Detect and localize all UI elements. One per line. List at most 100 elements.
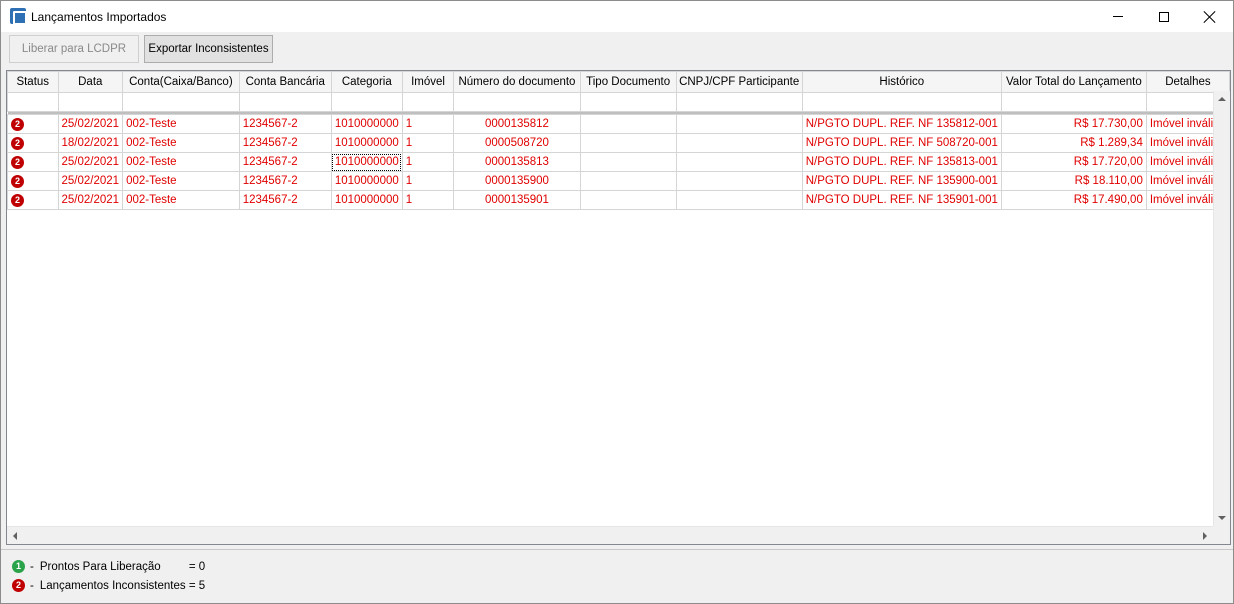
cell-conta[interactable]: 002-Teste — [122, 171, 240, 191]
cell-conta[interactable]: 002-Teste — [122, 152, 240, 172]
filter-cell-tipo[interactable] — [579, 92, 677, 112]
cell-cnpj[interactable] — [675, 152, 803, 172]
column-header-numero[interactable]: Número do documento — [453, 71, 581, 93]
cell-historico[interactable]: N/PGTO DUPL. REF. NF 135813-001 — [801, 152, 1002, 172]
maximize-icon — [1159, 11, 1169, 22]
status-legend: 1 - Prontos Para Liberação = 0 2 - Lança… — [1, 549, 1233, 603]
cell-historico[interactable]: N/PGTO DUPL. REF. NF 135900-001 — [801, 171, 1002, 191]
scroll-down-icon[interactable] — [1218, 516, 1226, 520]
horizontal-scrollbar[interactable] — [7, 526, 1213, 544]
maximize-button[interactable] — [1141, 1, 1187, 32]
scroll-up-icon[interactable] — [1218, 97, 1226, 101]
cell-numero[interactable]: 0000135812 — [453, 114, 581, 134]
column-header-status[interactable]: Status — [7, 71, 59, 93]
cell-cnpj[interactable] — [675, 190, 803, 210]
cell-cnpj[interactable] — [675, 133, 803, 153]
column-header-conta-bancaria[interactable]: Conta Bancária — [238, 71, 332, 93]
cell-categoria[interactable]: 1010000000 — [330, 133, 403, 153]
column-header-conta[interactable]: Conta(Caixa/Banco) — [122, 71, 240, 93]
cell-tipo[interactable] — [579, 171, 677, 191]
filter-row[interactable] — [7, 92, 1230, 112]
cell-cnpj[interactable] — [675, 114, 803, 134]
column-header-data[interactable]: Data — [57, 71, 124, 93]
cell-conta-bancaria[interactable]: 1234567-2 — [238, 152, 332, 172]
filter-cell-conta[interactable] — [122, 92, 240, 112]
column-header-valor[interactable]: Valor Total do Lançamento — [1000, 71, 1147, 93]
filter-cell-imovel[interactable] — [401, 92, 455, 112]
table-row[interactable]: 2 25/02/2021 002-Teste 1234567-2 1010000000 1… — [7, 171, 1230, 191]
minimize-icon — [1113, 16, 1123, 17]
scroll-corner — [1213, 526, 1230, 544]
cell-categoria[interactable]: 1010000000 — [330, 190, 403, 210]
column-header-categoria[interactable]: Categoria — [330, 71, 403, 93]
cell-conta-bancaria[interactable]: 1234567-2 — [238, 190, 332, 210]
cell-tipo[interactable] — [579, 190, 677, 210]
close-button[interactable] — [1187, 1, 1233, 32]
cell-imovel[interactable]: 1 — [401, 190, 455, 210]
cell-data[interactable]: 25/02/2021 — [57, 152, 124, 172]
liberar-lcdpr-button[interactable]: Liberar para LCDPR — [9, 35, 139, 63]
column-header-tipo[interactable]: Tipo Documento — [579, 71, 677, 93]
cell-imovel[interactable]: 1 — [401, 152, 455, 172]
vertical-scrollbar[interactable] — [1213, 91, 1230, 526]
cell-valor[interactable]: R$ 17.490,00 — [1000, 190, 1147, 210]
filter-cell-categoria[interactable] — [330, 92, 403, 112]
scroll-left-icon[interactable] — [13, 532, 17, 540]
cell-data[interactable]: 25/02/2021 — [57, 114, 124, 134]
legend-inconsistent-count: = 5 — [188, 579, 206, 592]
filter-cell-data[interactable] — [57, 92, 124, 112]
table-row[interactable]: 2 25/02/2021 002-Teste 1234567-2 1010000000 1… — [7, 190, 1230, 210]
cell-status: 2 — [7, 152, 59, 172]
cell-conta[interactable]: 002-Teste — [122, 114, 240, 134]
filter-cell-status[interactable] — [7, 92, 59, 112]
cell-imovel[interactable]: 1 — [401, 171, 455, 191]
cell-historico[interactable]: N/PGTO DUPL. REF. NF 135901-001 — [801, 190, 1002, 210]
cell-historico[interactable]: N/PGTO DUPL. REF. NF 508720-001 — [801, 133, 1002, 153]
cell-historico[interactable]: N/PGTO DUPL. REF. NF 135812-001 — [801, 114, 1002, 134]
app-logo-icon — [10, 8, 27, 25]
column-header-imovel[interactable]: Imóvel — [401, 71, 455, 93]
filter-cell-historico[interactable] — [801, 92, 1002, 112]
cell-valor[interactable]: R$ 1.289,34 — [1000, 133, 1147, 153]
cell-numero[interactable]: 0000135813 — [453, 152, 581, 172]
filter-cell-valor[interactable] — [1000, 92, 1147, 112]
filter-cell-numero[interactable] — [453, 92, 581, 112]
cell-tipo[interactable] — [579, 133, 677, 153]
column-header-detalhes[interactable]: Detalhes — [1145, 71, 1230, 93]
cell-numero[interactable]: 0000135900 — [453, 171, 581, 191]
cell-conta[interactable]: 002-Teste — [122, 133, 240, 153]
table-row[interactable]: 2 25/02/2021 002-Teste 1234567-2 1010000000 1… — [7, 114, 1230, 134]
cell-categoria[interactable]: 1010000000 — [330, 152, 403, 172]
exportar-inconsistentes-button[interactable]: Exportar Inconsistentes — [144, 35, 273, 63]
cell-data[interactable]: 18/02/2021 — [57, 133, 124, 153]
column-header-cnpj[interactable]: CNPJ/CPF Participante — [675, 71, 803, 93]
cell-valor[interactable]: R$ 18.110,00 — [1000, 171, 1147, 191]
cell-tipo[interactable] — [579, 114, 677, 134]
cell-categoria[interactable]: 1010000000 — [330, 114, 403, 134]
cell-conta[interactable]: 002-Teste — [122, 190, 240, 210]
cell-valor[interactable]: R$ 17.730,00 — [1000, 114, 1147, 134]
filter-cell-conta-bancaria[interactable] — [238, 92, 332, 112]
filter-cell-cnpj[interactable] — [675, 92, 803, 112]
table-row[interactable]: 2 18/02/2021 002-Teste 1234567-2 1010000000 1… — [7, 133, 1230, 153]
scroll-right-icon[interactable] — [1203, 532, 1207, 540]
cell-cnpj[interactable] — [675, 171, 803, 191]
cell-data[interactable]: 25/02/2021 — [57, 171, 124, 191]
cell-imovel[interactable]: 1 — [401, 114, 455, 134]
lancamentos-grid[interactable]: Status Data Conta(Caixa/Banco) Conta Bancár… — [6, 70, 1231, 545]
cell-categoria[interactable]: 1010000000 — [330, 171, 403, 191]
minimize-button[interactable] — [1095, 1, 1141, 32]
cell-imovel[interactable]: 1 — [401, 133, 455, 153]
cell-status: 2 — [7, 190, 59, 210]
cell-conta-bancaria[interactable]: 1234567-2 — [238, 171, 332, 191]
cell-conta-bancaria[interactable]: 1234567-2 — [238, 133, 332, 153]
cell-data[interactable]: 25/02/2021 — [57, 190, 124, 210]
table-row[interactable]: 2 25/02/2021 002-Teste 1234567-2 1010000000 1… — [7, 152, 1230, 172]
column-header-historico[interactable]: Histórico — [801, 71, 1002, 93]
cell-valor[interactable]: R$ 17.720,00 — [1000, 152, 1147, 172]
cell-status: 2 — [7, 133, 59, 153]
cell-numero[interactable]: 0000508720 — [453, 133, 581, 153]
cell-tipo[interactable] — [579, 152, 677, 172]
cell-numero[interactable]: 0000135901 — [453, 190, 581, 210]
cell-conta-bancaria[interactable]: 1234567-2 — [238, 114, 332, 134]
